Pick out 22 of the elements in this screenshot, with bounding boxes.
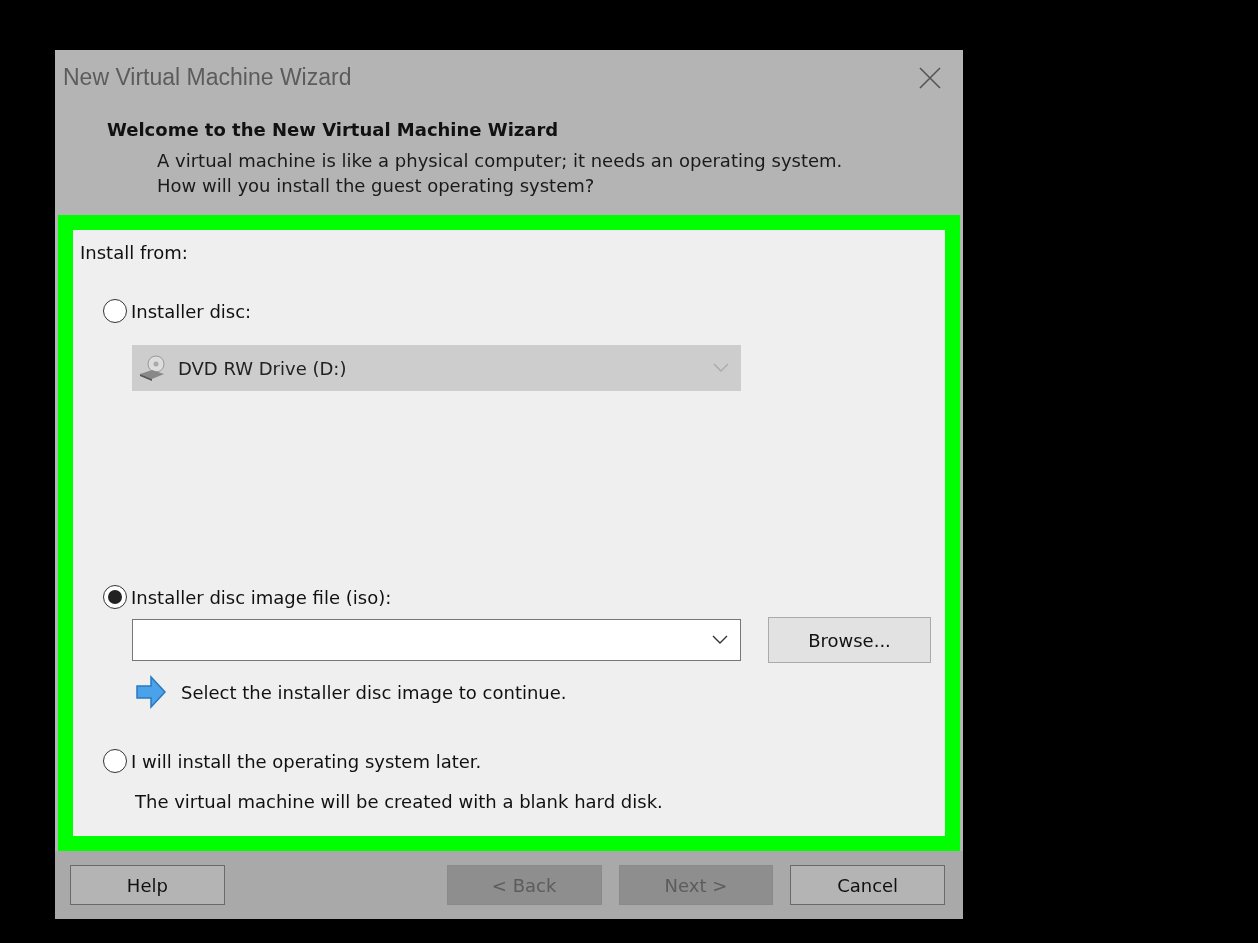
wizard-heading: Welcome to the New Virtual Machine Wizard — [107, 119, 560, 140]
wizard-button[interactable]: Help — [70, 865, 225, 905]
close-button[interactable] — [917, 64, 943, 91]
wizard-description: A virtual machine is like a physical computer; it needs an operating system. How will you install the guest operating system? — [157, 149, 844, 198]
wizard-button[interactable]: Cancel — [790, 865, 945, 905]
chevron-down-icon — [712, 635, 728, 645]
radio-button[interactable] — [103, 749, 127, 773]
chevron-down-icon — [713, 363, 729, 373]
option-label[interactable]: I will install the operating system later. — [131, 750, 482, 772]
option-note: The virtual machine will be created with a blank hard disk. — [135, 791, 664, 812]
radio-button[interactable] — [103, 585, 127, 609]
window-title: New Virtual Machine Wizard — [63, 64, 352, 91]
arrow-right-icon — [135, 675, 167, 709]
option-label[interactable]: Installer disc image file (iso): — [131, 586, 392, 608]
option-label[interactable]: Installer disc: — [131, 300, 252, 322]
hint-text: Select the installer disc image to continue. — [181, 681, 567, 703]
iso-path-field[interactable] — [132, 619, 741, 661]
disc-drive-icon — [138, 354, 168, 382]
radio-button[interactable] — [103, 299, 127, 323]
close-icon — [919, 66, 941, 89]
browse-button[interactable]: Browse... — [768, 617, 931, 663]
install-from-label: Install from: — [80, 242, 189, 263]
